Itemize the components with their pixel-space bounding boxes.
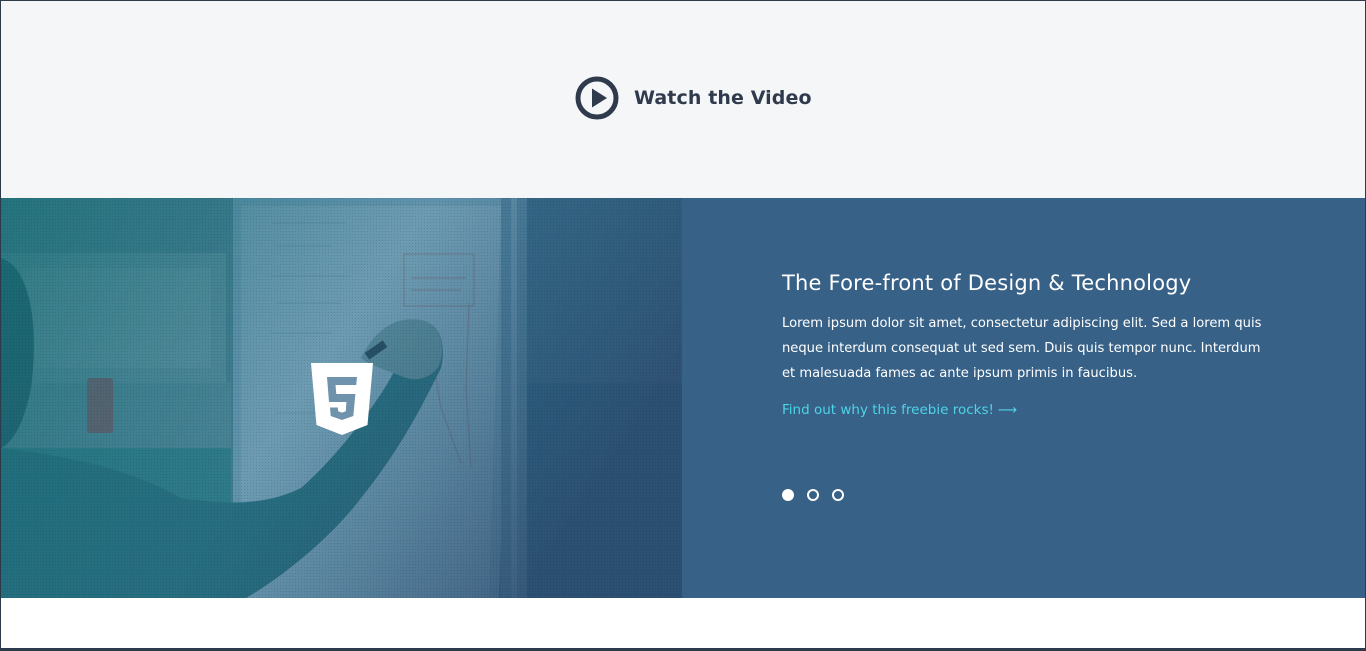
page: Watch the Video The Fore-front of Design… [1, 1, 1365, 648]
slide-dot-1[interactable] [782, 489, 794, 501]
slide-indicators [782, 489, 844, 501]
html5-icon [311, 363, 373, 435]
feature-description: Lorem ipsum dolor sit amet, consectetur … [782, 316, 1262, 381]
slide-dot-2[interactable] [807, 489, 819, 501]
video-section: Watch the Video [1, 1, 1365, 198]
slide-dot-3[interactable] [832, 489, 844, 501]
find-out-more-label: Find out why this freebie rocks! [782, 402, 994, 418]
feature-photo [1, 198, 682, 598]
feature-panel: The Fore-front of Design & Technology Lo… [682, 198, 1365, 598]
arrow-right-icon: ⟶ [997, 402, 1018, 418]
find-out-more-link[interactable]: Find out why this freebie rocks! ⟶ [782, 402, 1017, 418]
feature-section: The Fore-front of Design & Technology Lo… [1, 198, 1365, 598]
watch-video-label: Watch the Video [634, 87, 812, 109]
play-circle-icon [575, 76, 619, 120]
feature-title: The Fore-front of Design & Technology [782, 271, 1192, 295]
watch-video-button[interactable]: Watch the Video [575, 76, 812, 120]
